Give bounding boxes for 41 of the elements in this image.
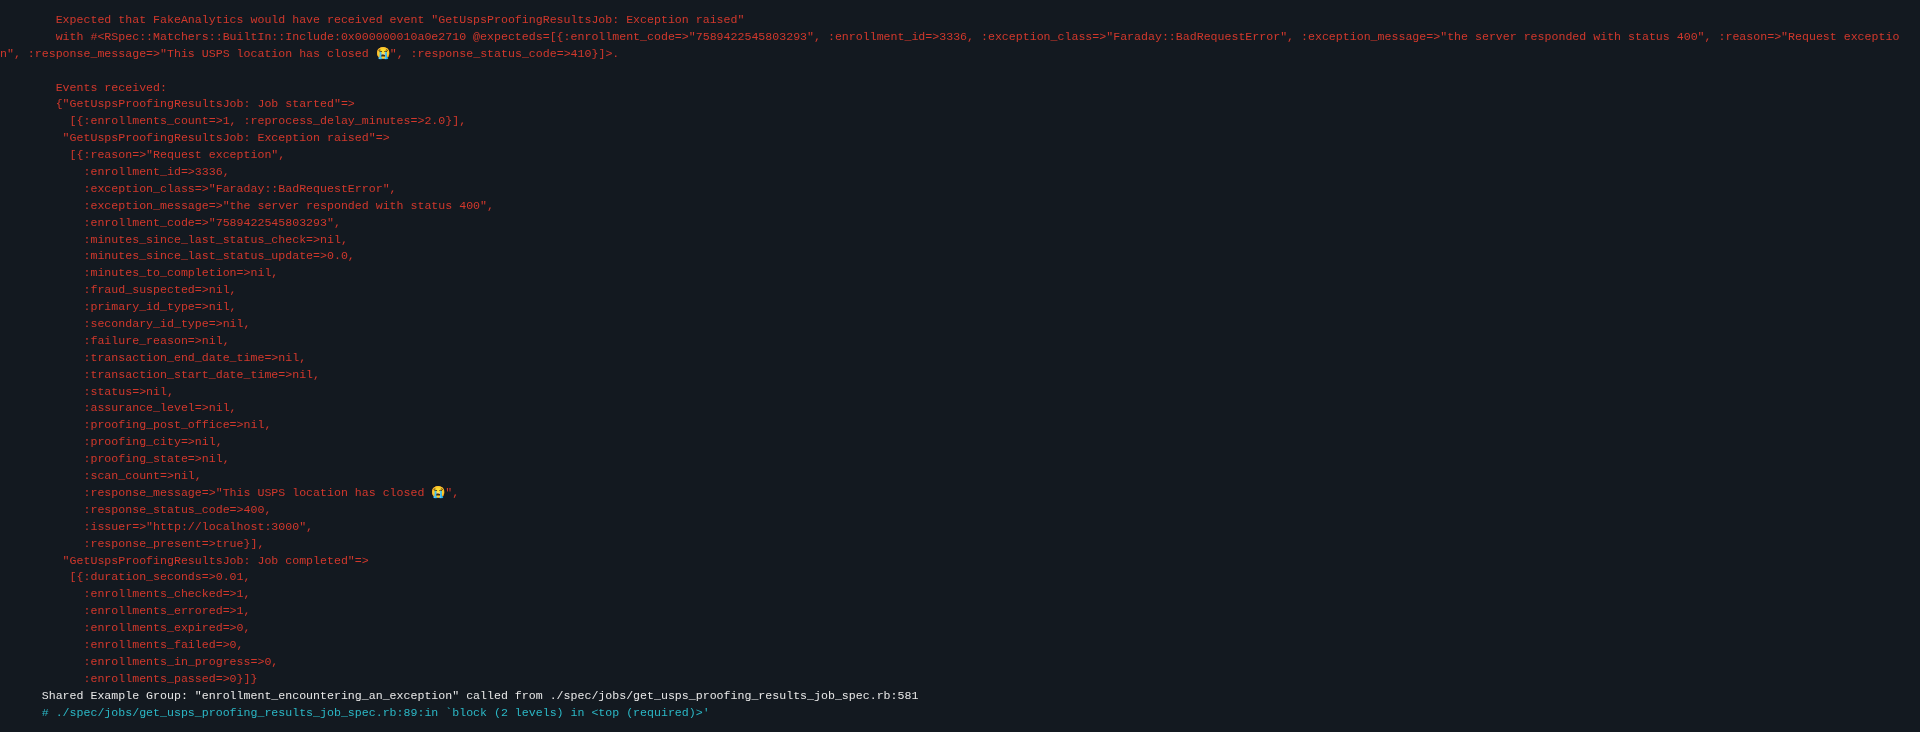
output-line: :enrollments_failed=>0, (82, 637, 244, 651)
output-line: :failure_reason=>nil, (82, 333, 230, 347)
output-line: "GetUspsProofingResultsJob: Exception raised"=> (61, 131, 390, 145)
output-line: :fraud_suspected=>nil, (82, 283, 237, 297)
output-line: {"GetUspsProofingResultsJob: Job started"=> (54, 97, 355, 111)
output-line: :enrollments_errored=>1, (82, 604, 251, 618)
output-line: :exception_message=>"the server responded with status 400", (82, 198, 494, 212)
error-message-line: with #<RSpec::Matchers::BuiltIn::Include:0x000000010a0e2710 @expecteds=[{:enrollment_code=>"7589422545803293", :enrollment_id=>3336, :exception_class=>"Faraday::BadRequestError", :exception_message=>"the server responded with status 400", :reason=>"Request exceptio (54, 29, 1900, 43)
output-line: "GetUspsProofingResultsJob: Job completed"=> (61, 553, 369, 567)
output-line: :proofing_city=>nil, (82, 435, 223, 449)
output-line: :transaction_start_date_time=>nil, (82, 367, 321, 381)
output-line: :proofing_post_office=>nil, (82, 418, 272, 432)
output-line: Shared Example Group: "enrollment_encountering_an_exception" called from ./spec/jobs/get_usps_proofing_results_job_spec.rb:581 (40, 688, 919, 702)
output-line: :minutes_since_last_status_check=>nil, (82, 232, 348, 246)
output-line: Events received: (54, 80, 167, 94)
output-line: :enrollments_expired=>0, (82, 621, 251, 635)
output-line: [{:duration_seconds=>0.01, (68, 570, 251, 584)
error-message-line: Expected that FakeAnalytics would have received event "GetUspsProofingResultsJob: Exception raised" (54, 13, 745, 26)
output-line: [{:enrollments_count=>1, :reprocess_delay_minutes=>2.0}], (68, 114, 467, 128)
output-line: :enrollments_in_progress=>0, (82, 654, 279, 668)
output-line: :secondary_id_type=>nil, (82, 317, 251, 331)
output-line: :scan_count=>nil, (82, 469, 202, 483)
output-line: :status=>nil, (82, 384, 174, 398)
output-line: :minutes_to_completion=>nil, (82, 266, 279, 280)
backtrace-line: # ./spec/jobs/get_usps_proofing_results_job_spec.rb:89:in `block (2 levels) in <top (required)>' (40, 705, 710, 719)
output-line: [{:reason=>"Request exception", (68, 148, 286, 162)
output-line: :issuer=>"http://localhost:3000", (82, 519, 314, 533)
output-line: :enrollment_id=>3336, (82, 165, 230, 178)
output-line: :assurance_level=>nil, (82, 401, 237, 415)
output-line: :proofing_state=>nil, (82, 452, 230, 466)
output-line: :response_present=>true}], (82, 536, 265, 550)
output-line: :transaction_end_date_time=>nil, (82, 350, 307, 364)
error-message-line: n", :response_message=>"This USPS location has closed 😭", :response_status_code=>410}]>. (0, 46, 620, 60)
output-line: :response_status_code=>400, (82, 502, 272, 516)
output-line: :minutes_since_last_status_update=>0.0, (82, 249, 355, 263)
output-line: :exception_class=>"Faraday::BadRequestError", (82, 181, 397, 195)
output-line: :enrollment_code=>"7589422545803293", (82, 215, 341, 229)
output-line: :response_message=>"This USPS location has closed 😭", (82, 485, 460, 499)
output-line: :enrollments_checked=>1, (82, 587, 251, 601)
output-line: :primary_id_type=>nil, (82, 300, 237, 314)
output-line: :enrollments_passed=>0}]} (82, 671, 258, 685)
